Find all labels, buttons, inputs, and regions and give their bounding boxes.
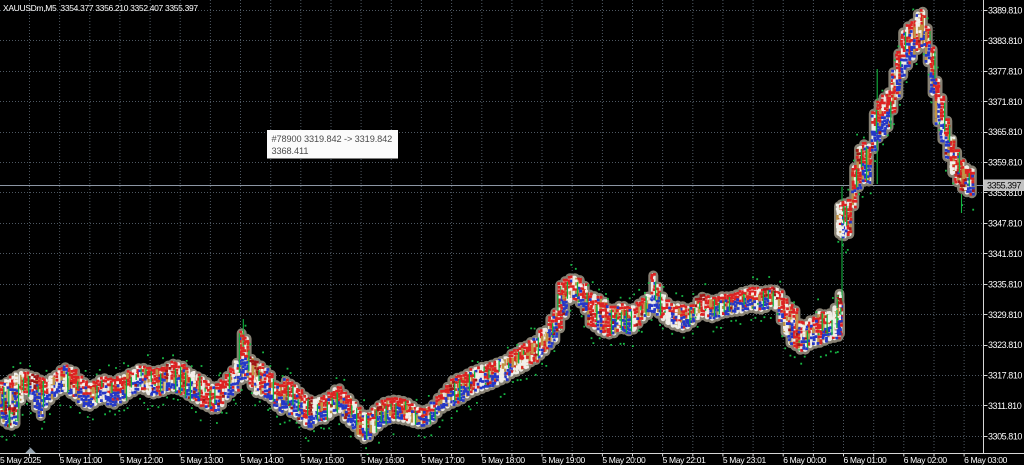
svg-text:6 May 01:00: 6 May 01:00 xyxy=(844,455,888,465)
svg-text:3368.411: 3368.411 xyxy=(272,146,309,156)
svg-text:5 May 13:00: 5 May 13:00 xyxy=(180,455,224,465)
svg-text:3359.810: 3359.810 xyxy=(988,158,1022,168)
svg-text:3377.810: 3377.810 xyxy=(988,66,1022,76)
svg-text:5 May 17:00: 5 May 17:00 xyxy=(421,455,465,465)
svg-text:5 May 12:00: 5 May 12:00 xyxy=(120,455,164,465)
svg-text:3335.810: 3335.810 xyxy=(988,279,1022,289)
svg-text:5 May 16:00: 5 May 16:00 xyxy=(361,455,405,465)
svg-text:5 May 18:00: 5 May 18:00 xyxy=(482,455,526,465)
svg-text:6 May 00:00: 6 May 00:00 xyxy=(783,455,827,465)
svg-text:6 May 03:00: 6 May 03:00 xyxy=(964,455,1008,465)
svg-text:XAUUSDm,M5 3354.377 3356.210: XAUUSDm,M5 3354.377 3356.210 3352.407 33… xyxy=(3,3,198,13)
svg-text:5 May 22:01: 5 May 22:01 xyxy=(663,455,707,465)
svg-text:5 May 19:00: 5 May 19:00 xyxy=(542,455,586,465)
svg-text:3355.397: 3355.397 xyxy=(987,181,1021,191)
svg-text:3329.810: 3329.810 xyxy=(988,310,1022,320)
svg-text:5 May 15:00: 5 May 15:00 xyxy=(301,455,345,465)
svg-text:5 May 14:00: 5 May 14:00 xyxy=(241,455,285,465)
svg-text:5 May 23:01: 5 May 23:01 xyxy=(723,455,767,465)
svg-text:3347.810: 3347.810 xyxy=(988,219,1022,229)
svg-text:3341.810: 3341.810 xyxy=(988,249,1022,259)
svg-text:#78900 3319.842 -> 3319.842: #78900 3319.842 -> 3319.842 xyxy=(272,134,393,144)
svg-text:3317.810: 3317.810 xyxy=(988,371,1022,381)
svg-text:3323.810: 3323.810 xyxy=(988,340,1022,350)
svg-text:3311.810: 3311.810 xyxy=(988,401,1022,411)
svg-text:3383.810: 3383.810 xyxy=(988,36,1022,46)
svg-text:5 May 2025: 5 May 2025 xyxy=(0,455,42,465)
svg-text:3365.810: 3365.810 xyxy=(988,127,1022,137)
svg-text:3371.810: 3371.810 xyxy=(988,97,1022,107)
svg-text:5 May 20:00: 5 May 20:00 xyxy=(602,455,646,465)
svg-text:3389.810: 3389.810 xyxy=(988,6,1022,16)
svg-text:5 May 11:00: 5 May 11:00 xyxy=(60,455,103,465)
svg-text:3305.810: 3305.810 xyxy=(988,432,1022,442)
svg-text:6 May 02:00: 6 May 02:00 xyxy=(904,455,948,465)
